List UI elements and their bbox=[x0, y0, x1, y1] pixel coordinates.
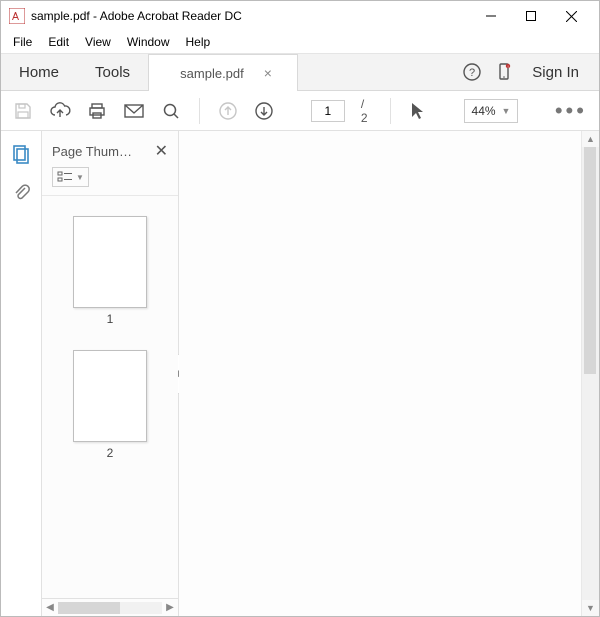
page-number-input[interactable] bbox=[311, 100, 345, 122]
tabbar: Home Tools sample.pdf × ? ! Sign In bbox=[1, 53, 599, 91]
content-area: Page Thum… ✕ ▼ 1 2 ◀ ▶ ▶ ▲ ▼ bbox=[1, 131, 599, 616]
page-thumbnail[interactable] bbox=[73, 216, 147, 308]
page-down-icon[interactable] bbox=[254, 100, 274, 122]
mobile-icon[interactable]: ! bbox=[494, 62, 514, 82]
menu-file[interactable]: File bbox=[5, 33, 40, 51]
thumbnail-label: 2 bbox=[42, 446, 178, 460]
scroll-down-icon[interactable]: ▼ bbox=[582, 600, 599, 616]
menu-window[interactable]: Window bbox=[119, 33, 178, 51]
vertical-scrollbar[interactable]: ▲ ▼ bbox=[581, 131, 599, 616]
menu-edit[interactable]: Edit bbox=[40, 33, 77, 51]
attachments-panel-icon[interactable] bbox=[10, 181, 32, 203]
scrollbar-thumb[interactable] bbox=[58, 602, 120, 614]
help-icon[interactable]: ? bbox=[462, 62, 482, 82]
maximize-button[interactable] bbox=[511, 2, 551, 30]
cloud-upload-icon[interactable] bbox=[49, 100, 71, 122]
scrollbar-track[interactable] bbox=[58, 602, 162, 614]
panel-options-button[interactable]: ▼ bbox=[52, 167, 89, 187]
panel-close-button[interactable]: ✕ bbox=[155, 141, 168, 161]
titlebar: sample.pdf - Adobe Acrobat Reader DC bbox=[1, 1, 599, 31]
scroll-left-icon[interactable]: ◀ bbox=[44, 602, 56, 613]
zoom-select[interactable]: 44% ▼ bbox=[464, 99, 518, 123]
thumbnails-panel-icon[interactable] bbox=[10, 143, 32, 165]
scrollbar-track[interactable] bbox=[582, 147, 599, 600]
thumbnails-panel: Page Thum… ✕ ▼ 1 2 ◀ ▶ ▶ bbox=[42, 131, 179, 616]
tab-close-button[interactable]: × bbox=[264, 65, 272, 81]
panel-horizontal-scrollbar[interactable]: ◀ ▶ bbox=[42, 598, 178, 616]
document-view[interactable] bbox=[179, 131, 581, 616]
page-up-icon[interactable] bbox=[218, 100, 238, 122]
page-thumbnail[interactable] bbox=[73, 350, 147, 442]
scrollbar-thumb[interactable] bbox=[584, 147, 596, 374]
window-title: sample.pdf - Adobe Acrobat Reader DC bbox=[31, 9, 471, 23]
menubar: File Edit View Window Help bbox=[1, 31, 599, 53]
menu-view[interactable]: View bbox=[77, 33, 119, 51]
close-window-button[interactable] bbox=[551, 2, 591, 30]
menu-help[interactable]: Help bbox=[178, 33, 219, 51]
toolbar: / 2 44% ▼ ••• bbox=[1, 91, 599, 131]
toolbar-divider-2 bbox=[390, 98, 391, 124]
app-icon bbox=[9, 8, 25, 24]
tab-document-label: sample.pdf bbox=[180, 66, 244, 81]
tab-document[interactable]: sample.pdf × bbox=[148, 54, 298, 91]
chevron-down-icon: ▼ bbox=[76, 173, 84, 182]
tab-tools[interactable]: Tools bbox=[77, 54, 148, 90]
svg-text:?: ? bbox=[469, 67, 475, 79]
document-area: ▲ ▼ bbox=[179, 131, 599, 616]
chevron-down-icon: ▼ bbox=[502, 106, 511, 116]
save-icon[interactable] bbox=[13, 100, 33, 122]
selection-cursor-icon[interactable] bbox=[409, 100, 427, 122]
thumbnails-list: 1 2 bbox=[42, 196, 178, 598]
search-icon[interactable] bbox=[161, 100, 181, 122]
sign-in-button[interactable]: Sign In bbox=[526, 64, 585, 81]
tab-home[interactable]: Home bbox=[1, 54, 77, 90]
minimize-button[interactable] bbox=[471, 2, 511, 30]
panel-title: Page Thum… bbox=[52, 144, 132, 159]
zoom-value: 44% bbox=[472, 104, 496, 118]
window-controls bbox=[471, 2, 591, 30]
scroll-up-icon[interactable]: ▲ bbox=[582, 131, 599, 147]
thumbnail-label: 1 bbox=[42, 312, 178, 326]
scroll-right-icon[interactable]: ▶ bbox=[164, 602, 176, 613]
email-icon[interactable] bbox=[123, 100, 145, 122]
print-icon[interactable] bbox=[87, 100, 107, 122]
page-total-label: / 2 bbox=[361, 97, 372, 125]
more-tools-button[interactable]: ••• bbox=[555, 106, 587, 116]
toolbar-divider bbox=[199, 98, 200, 124]
svg-text:!: ! bbox=[508, 64, 509, 69]
nav-sidebar bbox=[1, 131, 42, 616]
